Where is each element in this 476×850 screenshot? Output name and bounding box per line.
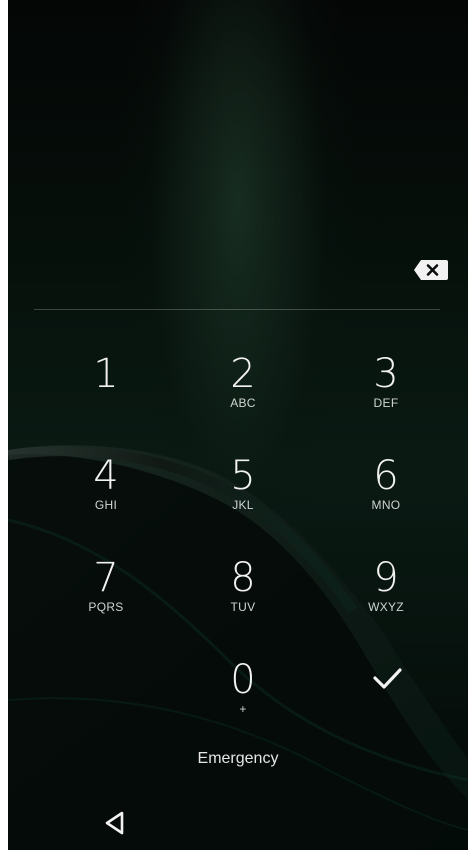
key-3[interactable]: 3 DEF [326,346,446,438]
key-letters: MNO [371,498,401,512]
key-digit: 8 [230,555,256,601]
key-7[interactable]: 7 PQRS [46,550,166,642]
enter-button[interactable] [328,650,448,710]
key-digit: 4 [93,453,119,499]
key-letters: PQRS [88,600,124,614]
key-9[interactable]: 9 WXYZ [326,550,446,642]
key-letters: GHI [94,498,118,512]
key-digit: 0 [230,657,256,703]
key-digit: 3 [373,351,399,397]
key-letters: JKL [232,498,254,512]
pin-entry-divider [34,309,440,310]
key-2[interactable]: 2 ABC [183,346,303,438]
key-letters: DEF [373,396,399,410]
key-6[interactable]: 6 MNO [326,448,446,540]
key-digit: 9 [373,555,399,601]
backspace-button[interactable] [413,258,449,282]
key-4[interactable]: 4 GHI [46,448,166,540]
emergency-call-button[interactable]: Emergency [168,745,308,773]
key-letters: WXYZ [368,600,404,614]
nav-back-button[interactable] [100,808,130,838]
key-digit: 1 [93,351,119,397]
key-letters: + [239,702,247,716]
checkmark-icon [373,668,402,689]
key-0[interactable]: 0 + [183,652,303,744]
key-digit: 5 [230,453,256,499]
key-letters: TUV [230,600,256,614]
key-8[interactable]: 8 TUV [183,550,303,642]
backspace-icon [414,260,448,280]
key-1[interactable]: 1 [46,346,166,438]
key-letters: ABC [230,396,256,410]
lock-screen: 1 2 ABC 3 DEF 4 GHI 5 JKL 6 MNO 7 PQRS 8… [8,0,468,850]
back-triangle-icon [105,811,124,835]
key-5[interactable]: 5 JKL [183,448,303,540]
key-digit: 2 [230,351,256,397]
key-digit: 7 [93,555,119,601]
key-digit: 6 [373,453,399,499]
